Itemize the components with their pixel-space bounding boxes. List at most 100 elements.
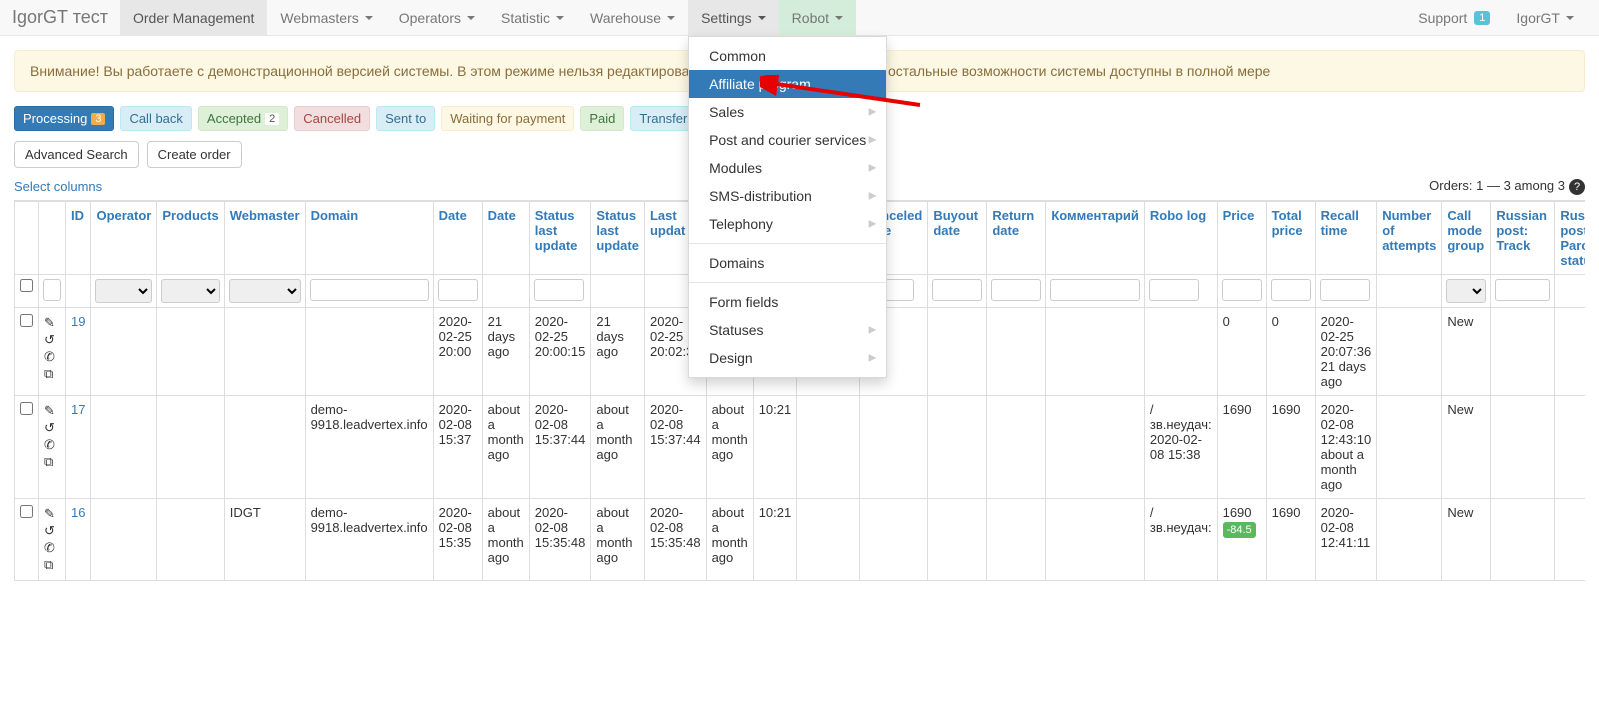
filter-buyout[interactable] [932,279,982,301]
filter-callmode[interactable] [1446,279,1486,303]
nav-warehouse[interactable]: Warehouse [577,0,688,35]
copy-icon[interactable]: ⧉ [44,454,60,470]
filter-comment[interactable] [1050,279,1140,301]
col-slu[interactable]: Status last update [535,208,578,253]
edit-icon[interactable]: ✎ [44,315,60,331]
nav-user[interactable]: IgorGT [1503,0,1587,35]
filter-total[interactable] [1271,279,1311,301]
col-lu[interactable]: Last updat [650,208,685,238]
nav-support[interactable]: Support1 [1405,0,1503,35]
chevron-down-icon [1566,16,1574,20]
filter-rptrack[interactable] [1495,279,1550,301]
chevron-right-icon: ▶ [869,325,877,336]
history-icon[interactable]: ↺ [44,332,60,348]
col-recall[interactable]: Recall time [1321,208,1359,238]
filter-return[interactable] [991,279,1041,301]
chevron-right-icon: ▶ [869,219,877,230]
menu-post-courier[interactable]: Post and courier services [689,126,886,154]
phone-icon[interactable]: ✆ [44,349,60,365]
tab-cancelled[interactable]: Cancelled [294,106,370,131]
divider [689,282,886,283]
edit-icon[interactable]: ✎ [44,506,60,522]
menu-form-fields[interactable]: Form fields [689,288,886,316]
menu-affiliate-program[interactable]: Affiliate program [689,70,886,98]
nav-webmasters[interactable]: Webmasters [267,0,385,35]
nav-right: Support1 IgorGT [1405,0,1587,35]
order-id-link[interactable]: 19 [71,314,85,329]
filter-act[interactable] [43,279,61,301]
col-callmode[interactable]: Call mode group [1447,208,1484,253]
nav-operators[interactable]: Operators [386,0,488,35]
table-row: ✎↺✆⧉17demo-9918.leadvertex.info2020-02-0… [15,396,1586,499]
col-products[interactable]: Products [162,208,218,223]
row-checkbox[interactable] [20,314,33,327]
chevron-down-icon [467,16,475,20]
tab-sent-to[interactable]: Sent to [376,106,435,131]
col-buyout[interactable]: Buyout date [933,208,978,238]
menu-domains[interactable]: Domains [689,249,886,277]
select-columns-link[interactable]: Select columns [14,179,102,194]
help-icon[interactable]: ? [1569,179,1585,195]
col-date2[interactable]: Date [488,208,516,223]
filter-domain[interactable] [310,279,429,301]
menu-sms[interactable]: SMS-distribution [689,182,886,210]
tab-paid[interactable]: Paid [580,106,624,131]
col-domain[interactable]: Domain [311,208,359,223]
nav-order-management[interactable]: Order Management [120,0,267,35]
filter-webmaster[interactable] [229,279,301,303]
brand: IgorGT тест [12,7,120,28]
edit-icon[interactable]: ✎ [44,403,60,419]
col-total[interactable]: Total price [1272,208,1303,238]
filter-price[interactable] [1222,279,1262,301]
chevron-right-icon: ▶ [869,353,877,364]
create-order-button[interactable]: Create order [147,141,242,168]
col-robo[interactable]: Robo log [1150,208,1206,223]
phone-icon[interactable]: ✆ [44,437,60,453]
nav-statistic[interactable]: Statistic [488,0,577,35]
divider [689,243,886,244]
filter-slu[interactable] [534,279,584,301]
col-attempts[interactable]: Number of attempts [1382,208,1436,253]
order-id-link[interactable]: 17 [71,402,85,417]
col-slu2[interactable]: Status last update [596,208,639,253]
menu-common[interactable]: Common [689,42,886,70]
tab-accepted[interactable]: Accepted2 [198,106,288,131]
col-id[interactable]: ID [71,208,84,223]
col-operator[interactable]: Operator [96,208,151,223]
chevron-down-icon [365,16,373,20]
tab-processing[interactable]: Processing3 [14,106,114,131]
advanced-search-button[interactable]: Advanced Search [14,141,139,168]
col-price[interactable]: Price [1223,208,1255,223]
order-id-link[interactable]: 16 [71,505,85,520]
row-checkbox[interactable] [20,505,33,518]
filter-date[interactable] [438,279,478,301]
chevron-down-icon [556,16,564,20]
col-rptrack[interactable]: Russian post: Track [1496,208,1547,253]
filter-recall[interactable] [1320,279,1370,301]
col-comment[interactable]: Комментарий [1051,208,1139,223]
col-return[interactable]: Return date [992,208,1034,238]
menu-telephony[interactable]: Telephony [689,210,886,238]
history-icon[interactable]: ↺ [44,420,60,436]
tab-callback[interactable]: Call back [120,106,191,131]
menu-statuses[interactable]: Statuses [689,316,886,344]
filter-operator[interactable] [95,279,152,303]
copy-icon[interactable]: ⧉ [44,557,60,573]
nav-settings[interactable]: Settings [688,0,779,35]
col-webmaster[interactable]: Webmaster [230,208,300,223]
col-rpstatus[interactable]: Russian post: Parcel status [1560,208,1585,268]
history-icon[interactable]: ↺ [44,523,60,539]
copy-icon[interactable]: ⧉ [44,366,60,382]
select-all-checkbox[interactable] [19,279,34,292]
filter-products[interactable] [161,279,219,303]
menu-design[interactable]: Design [689,344,886,372]
row-checkbox[interactable] [20,402,33,415]
menu-modules[interactable]: Modules [689,154,886,182]
phone-icon[interactable]: ✆ [44,540,60,556]
menu-sales[interactable]: Sales [689,98,886,126]
tab-waiting[interactable]: Waiting for payment [441,106,574,131]
chevron-down-icon [667,16,675,20]
nav-robot[interactable]: Robot [779,0,856,35]
filter-robo[interactable] [1149,279,1199,301]
col-date[interactable]: Date [439,208,467,223]
